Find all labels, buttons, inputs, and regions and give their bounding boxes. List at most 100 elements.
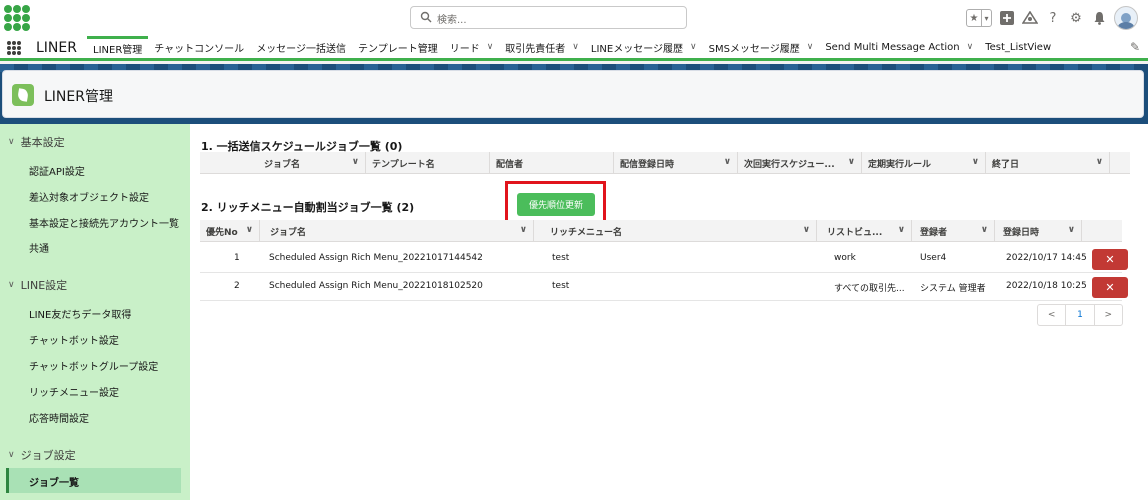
sidebar-item-line-friends[interactable]: LINE友だちデータ取得 — [29, 306, 131, 321]
chevron-down-icon[interactable]: ∨ — [572, 42, 579, 52]
sidebar-section-label: LINE設定 — [20, 279, 68, 292]
sidebar-item-chatbot-group[interactable]: チャットボットグループ設定 — [29, 358, 158, 373]
nav-tab-2[interactable]: メッセージ一括送信 — [250, 36, 352, 58]
sidebar-section-label: 基本設定 — [20, 136, 65, 149]
nav-tab-label: LINEメッセージ履歴 — [590, 43, 684, 55]
search-icon — [420, 11, 432, 23]
nav-tab-label: テンプレート管理 — [358, 43, 438, 55]
nav-tab-4[interactable]: リード ∨ — [444, 36, 500, 58]
nav-tab-0[interactable]: LINER管理 — [87, 36, 149, 58]
trailhead-icon[interactable] — [1022, 10, 1038, 26]
update-priority-button[interactable]: 優先順位更新 — [517, 193, 595, 216]
col-priority-no[interactable]: 優先No ∨ — [200, 220, 260, 242]
org-logo — [4, 5, 30, 31]
chevron-down-icon: ∨ — [897, 225, 905, 235]
sidebar-section-basic[interactable]: ∨ 基本設定 — [8, 134, 65, 150]
favorites-dropdown-icon[interactable]: ▾ — [981, 10, 991, 26]
nav-tab-label: LINER管理 — [93, 45, 143, 56]
app-navigation-bar: LINER LINER管理 チャットコンソール メッセージ一括送信 テンプレート管理リ… — [0, 36, 1148, 61]
cell-job-name: Scheduled Assign Rich Menu_2022101714454… — [269, 253, 483, 263]
chevron-down-icon: ∨ — [980, 225, 988, 235]
sidebar-item-account-list[interactable]: 基本設定と接続先アカウント一覧 — [29, 215, 179, 230]
nav-tab-label: Send Multi Message Action — [825, 41, 960, 53]
nav-tab-label: SMSメッセージ履歴 — [708, 43, 800, 55]
sidebar-item-response-time[interactable]: 応答時間設定 — [29, 410, 89, 425]
chevron-down-icon[interactable]: ∨ — [967, 42, 974, 52]
user-avatar[interactable] — [1114, 6, 1138, 30]
nav-tab-label: メッセージ一括送信 — [256, 43, 346, 55]
sidebar-item-merge-object[interactable]: 差込対象オブジェクト設定 — [29, 189, 149, 204]
sidebar-item-label: ジョブ一覧 — [29, 478, 79, 489]
next-page-button[interactable]: > — [1093, 305, 1122, 325]
sidebar-item-job-list[interactable]: ジョブ一覧 — [6, 468, 181, 493]
cell-register-datetime: 2022/10/17 14:45 — [1006, 253, 1087, 263]
chevron-down-icon: ∨ — [971, 157, 979, 167]
chevron-down-icon[interactable]: ∨ — [690, 42, 697, 52]
nav-tab-label: リード — [449, 43, 480, 55]
col-register-datetime[interactable]: 登録日時 ∨ — [995, 220, 1082, 242]
settings-icon[interactable]: ⚙ — [1068, 10, 1084, 26]
prev-page-button[interactable]: < — [1038, 305, 1065, 325]
cell-registrant: システム 管理者 — [920, 284, 986, 294]
delete-row-button[interactable]: ✕ — [1092, 277, 1128, 298]
nav-tab-7[interactable]: SMSメッセージ履歴 ∨ — [703, 36, 820, 58]
nav-tab-6[interactable]: LINEメッセージ履歴 ∨ — [585, 36, 703, 58]
nav-tab-8[interactable]: Send Multi Message Action ∨ — [819, 36, 979, 58]
richmenu-job-table-header: 優先No ∨ ジョブ名 ∨ リッチメニュー名 ∨ リストビュ... ∨ 登録者 ∨ 登録日… — [200, 220, 1122, 242]
sidebar-section-line[interactable]: ∨ LINE設定 — [8, 277, 67, 293]
page-title: LINER管理 — [44, 89, 113, 105]
col-recurring-rule[interactable]: 定期実行ルール ∨ — [862, 152, 986, 174]
nav-tab-label: Test_ListView — [985, 41, 1052, 53]
schedule-job-table-header: ジョブ名 ∨ テンプレート名 配信者 配信登録日時 ∨ 次回実行スケジュー... ∨ … — [200, 152, 1130, 174]
col-registrant[interactable]: 登録者 ∨ — [912, 220, 995, 242]
sidebar-section-job[interactable]: ∨ ジョブ設定 — [8, 447, 76, 463]
sidebar-section-label: ジョブ設定 — [20, 449, 76, 462]
notification-bell-icon[interactable] — [1091, 10, 1107, 26]
col-rich-menu-name[interactable]: リッチメニュー名 ∨ — [534, 220, 817, 242]
col-next-schedule[interactable]: 次回実行スケジュー... ∨ — [738, 152, 862, 174]
col-sender[interactable]: 配信者 — [490, 152, 614, 174]
col-list-view[interactable]: リストビュ... ∨ — [817, 220, 912, 242]
leaf-icon — [12, 84, 34, 106]
chevron-down-icon: ∨ — [351, 157, 359, 167]
cell-registrant: User4 — [920, 253, 947, 263]
sidebar-item-chatbot[interactable]: チャットボット設定 — [29, 332, 119, 347]
chevron-down-icon: ∨ — [519, 225, 527, 235]
cell-rich-menu-name: test — [552, 281, 570, 291]
nav-tab-label: チャットコンソール — [154, 43, 245, 55]
sidebar-item-common[interactable]: 共通 — [29, 240, 49, 255]
chevron-down-icon: ∨ — [802, 225, 810, 235]
cell-rich-menu-name: test — [552, 253, 570, 263]
chevron-down-icon[interactable]: ∨ — [487, 42, 494, 52]
favorites-button[interactable]: ★ ▾ — [966, 9, 992, 27]
nav-tab-9[interactable]: Test_ListView — [979, 36, 1057, 58]
main-content — [190, 124, 1148, 500]
col-end-date[interactable]: 終了日 ∨ — [986, 152, 1110, 174]
edit-nav-pencil-icon[interactable]: ✎ — [1130, 40, 1140, 54]
col-template-name[interactable]: テンプレート名 — [366, 152, 490, 174]
col-job-name[interactable]: ジョブ名 ∨ — [242, 152, 366, 174]
chevron-down-icon: ∨ — [723, 157, 731, 167]
chevron-down-icon[interactable]: ∨ — [807, 42, 814, 52]
global-search-input[interactable]: 検索... — [410, 6, 687, 29]
col-job-name[interactable]: ジョブ名 ∨ — [260, 220, 534, 242]
delete-row-button[interactable]: ✕ — [1092, 249, 1128, 270]
sidebar-item-rich-menu[interactable]: リッチメニュー設定 — [29, 384, 119, 399]
nav-tab-3[interactable]: テンプレート管理 — [352, 36, 444, 58]
page-header: LINER管理 — [2, 70, 1144, 118]
col-register-date[interactable]: 配信登録日時 ∨ — [614, 152, 738, 174]
col-actions — [1082, 220, 1122, 242]
add-icon[interactable] — [999, 10, 1015, 26]
chevron-down-icon: ∨ — [8, 450, 15, 460]
close-icon: ✕ — [1105, 281, 1115, 294]
sidebar-item-auth-api[interactable]: 認証API設定 — [29, 163, 85, 178]
nav-tab-5[interactable]: 取引先責任者 ∨ — [499, 36, 585, 58]
select-all-checkbox[interactable] — [200, 152, 242, 174]
cell-priority-no: 1 — [234, 253, 240, 263]
nav-tab-1[interactable]: チャットコンソール — [148, 36, 250, 58]
help-icon[interactable]: ? — [1045, 10, 1061, 26]
chevron-down-icon: ∨ — [1067, 225, 1075, 235]
app-launcher-icon[interactable] — [7, 41, 21, 55]
favorites-star-icon[interactable]: ★ — [967, 10, 981, 26]
page-number-button[interactable]: 1 — [1065, 305, 1093, 325]
